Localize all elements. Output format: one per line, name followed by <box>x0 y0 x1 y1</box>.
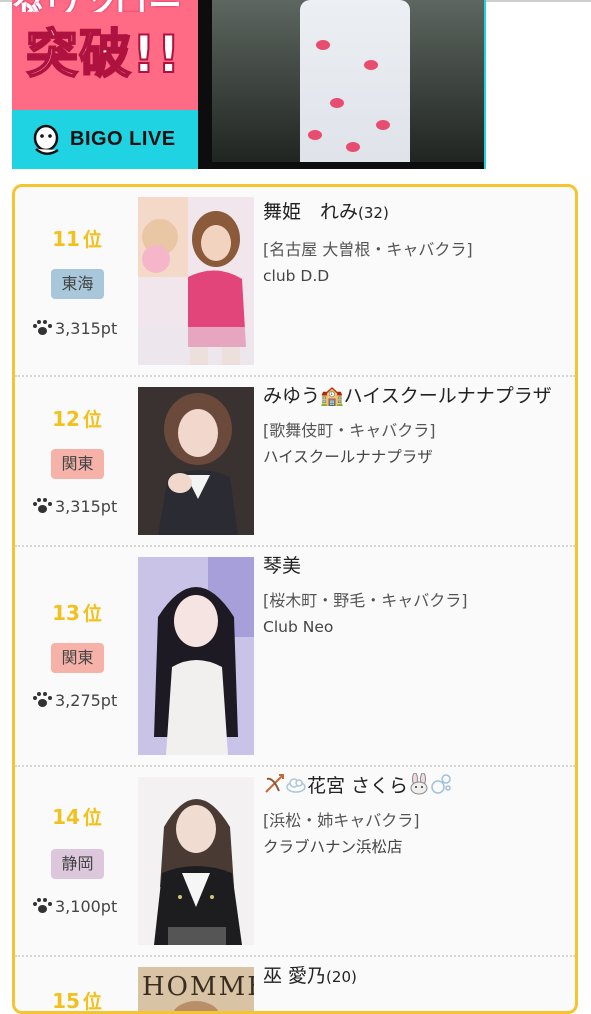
shop-name[interactable]: クラブハナン浜松店 <box>263 836 563 858</box>
bigo-mascot-icon <box>28 122 64 158</box>
cast-info: 花宮 さくら [浜松・姉キャバクラ] クラブハナン浜松店 <box>263 771 563 858</box>
cast-area: [浜松・姉キャバクラ] <box>263 811 420 830</box>
ranking-item[interactable]: 12 位 関東 3,315pt みゆう🏫ハイスクールナナプラザ [歌舞伎町・キャバ… <box>15 377 575 547</box>
cast-name[interactable]: 巫 愛乃(20) <box>263 961 563 993</box>
cast-name[interactable]: 舞姫 れみ(32) <box>263 197 563 229</box>
bigo-live-banner[interactable]: ダウンロード 突破!! BIGO LIVE <box>12 0 486 169</box>
cast-info: 舞姫 れみ(32) [名古屋 大曽根・キャバクラ] club D.D <box>263 197 563 287</box>
ranking-list: 11 位 東海 3,315pt 舞姫 れみ(32) [名古屋 大曽根・キャバクラ… <box>12 184 578 1014</box>
rank-column: 15 位 <box>15 957 139 1013</box>
rank-label: 13 位 <box>52 601 102 625</box>
cast-name[interactable]: みゆう🏫ハイスクールナナプラザ <box>263 381 563 412</box>
region-badge: 東海 <box>51 269 104 299</box>
cast-photo[interactable] <box>138 197 254 365</box>
banner-top-text: ダウンロード <box>12 0 202 12</box>
svg-text:HOMME: HOMME <box>142 972 254 1002</box>
shop-name[interactable]: Club Neo <box>263 616 563 638</box>
ranking-item[interactable]: 11 位 東海 3,315pt 舞姫 れみ(32) [名古屋 大曽根・キャバクラ… <box>15 187 575 377</box>
banner-phone-image <box>198 0 486 169</box>
rank-column: 13 位 関東 3,275pt <box>15 547 139 765</box>
paw-icon <box>31 498 53 514</box>
cloud-icon <box>285 773 307 795</box>
cast-photo[interactable] <box>138 777 254 945</box>
rank-label: 11 位 <box>52 227 102 251</box>
bigo-live-logo-text: BIGO LIVE <box>70 128 176 150</box>
region-badge: 関東 <box>51 643 104 673</box>
cast-info: みゆう🏫ハイスクールナナプラザ [歌舞伎町・キャバクラ] ハイスクールナナプラザ <box>263 381 563 468</box>
rabbit-icon <box>408 772 430 795</box>
ranking-item[interactable]: 15位 HOMME 巫 愛乃(20) <box>15 957 575 1013</box>
rank-column: 14 位 静岡 3,100pt <box>15 767 139 955</box>
banner-text-panel: ダウンロード 突破!! BIGO LIVE <box>12 0 202 169</box>
cast-area: [名古屋 大曽根・キャバクラ] <box>263 240 473 259</box>
points: 3,315pt <box>31 497 143 516</box>
region-badge: 関東 <box>51 449 104 479</box>
ranking-item[interactable]: 13 位 関東 3,275pt 琴美 [桜木町・野毛・キャバクラ] Club Ne… <box>15 547 575 767</box>
points: 3,100pt <box>31 897 143 916</box>
rank-label: 14 位 <box>52 805 102 829</box>
cast-info: 琴美 [桜木町・野毛・キャバクラ] Club Neo <box>263 551 563 638</box>
ranking-item[interactable]: 14 位 静岡 3,100pt 花宮 さくら [浜松・姉キャバクラ] クラブハナ… <box>15 767 575 957</box>
points: 3,275pt <box>31 691 143 710</box>
cast-photo[interactable]: HOMME <box>138 967 254 1011</box>
shop-name[interactable]: ハイスクールナナプラザ <box>263 446 563 468</box>
paw-icon <box>31 898 53 914</box>
cast-info: 巫 愛乃(20) <box>263 961 563 993</box>
rank-label: 15 位 <box>52 989 102 1013</box>
paw-icon <box>31 692 53 708</box>
cast-age: (20) <box>326 968 357 986</box>
cast-area: [歌舞伎町・キャバクラ] <box>263 421 436 440</box>
cast-area: [桜木町・野毛・キャバクラ] <box>263 591 468 610</box>
rank-column: 12 位 関東 3,315pt <box>15 377 139 545</box>
bow-arrow-icon <box>263 773 285 795</box>
cast-age: (32) <box>358 204 389 222</box>
bubbles-icon <box>430 773 452 795</box>
bigo-live-logo: BIGO LIVE <box>12 110 202 169</box>
cast-name[interactable]: 琴美 <box>263 551 563 582</box>
rank-label: 12 位 <box>52 407 102 431</box>
cast-photo[interactable] <box>138 387 254 535</box>
rank-column: 11 位 東海 3,315pt <box>15 187 139 375</box>
banner-headline: 突破!! <box>25 24 182 86</box>
paw-icon <box>31 320 53 336</box>
points: 3,315pt <box>31 319 143 338</box>
shop-name[interactable]: club D.D <box>263 265 563 287</box>
cast-name[interactable]: 花宮 さくら <box>263 771 563 802</box>
region-badge: 静岡 <box>51 849 104 879</box>
cast-photo[interactable] <box>138 557 254 755</box>
